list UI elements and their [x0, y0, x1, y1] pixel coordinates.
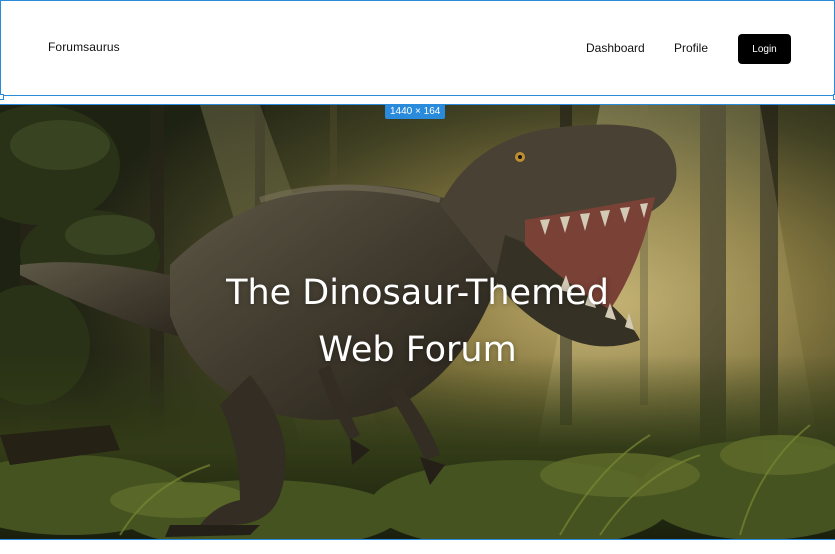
site-logo[interactable]: Forumsaurus [48, 40, 120, 54]
hero-section: The Dinosaur-Themed Web Forum [0, 104, 835, 540]
dimension-badge: 1440 × 164 [385, 104, 446, 119]
login-button[interactable]: Login [738, 34, 791, 64]
hero-title: The Dinosaur-Themed Web Forum [0, 265, 835, 379]
selection-handle-bottom-left[interactable] [0, 94, 4, 100]
hero-title-line-1: The Dinosaur-Themed [226, 273, 609, 313]
nav-link-dashboard[interactable]: Dashboard [586, 41, 645, 55]
site-header[interactable]: Forumsaurus Dashboard Profile Login [0, 0, 835, 100]
hero-title-line-2: Web Forum [318, 330, 517, 370]
design-canvas: Forumsaurus Dashboard Profile Login 1440… [0, 0, 835, 554]
nav-link-profile[interactable]: Profile [674, 41, 708, 55]
